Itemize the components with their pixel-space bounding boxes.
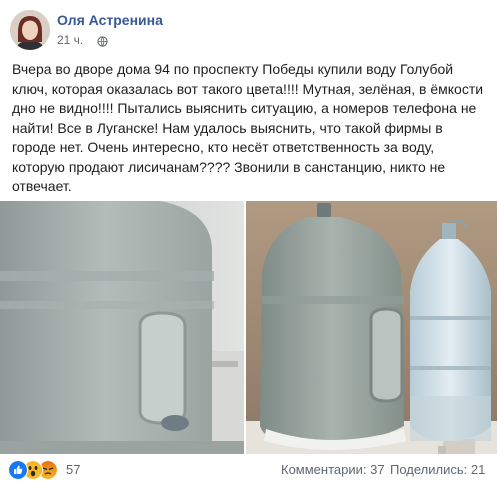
post-photo-1[interactable] xyxy=(0,201,244,454)
globe-icon xyxy=(97,36,108,47)
post-time[interactable]: 21 ч. xyxy=(57,33,83,47)
shares-count[interactable]: Поделились: 21 xyxy=(390,462,485,477)
author-name[interactable]: Оля Астренина xyxy=(57,12,163,28)
comments-count[interactable]: Комментарии: 37 xyxy=(281,462,385,477)
post-text: Вчера во дворе дома 94 по проспекту Побе… xyxy=(12,61,484,194)
like-icon xyxy=(8,460,28,480)
reaction-count[interactable]: 57 xyxy=(66,462,80,477)
avatar[interactable] xyxy=(10,10,50,50)
post-photo-2[interactable] xyxy=(246,201,497,454)
facebook-post: Оля Астренина 21 ч. Вчера во дворе дома … xyxy=(0,0,497,483)
